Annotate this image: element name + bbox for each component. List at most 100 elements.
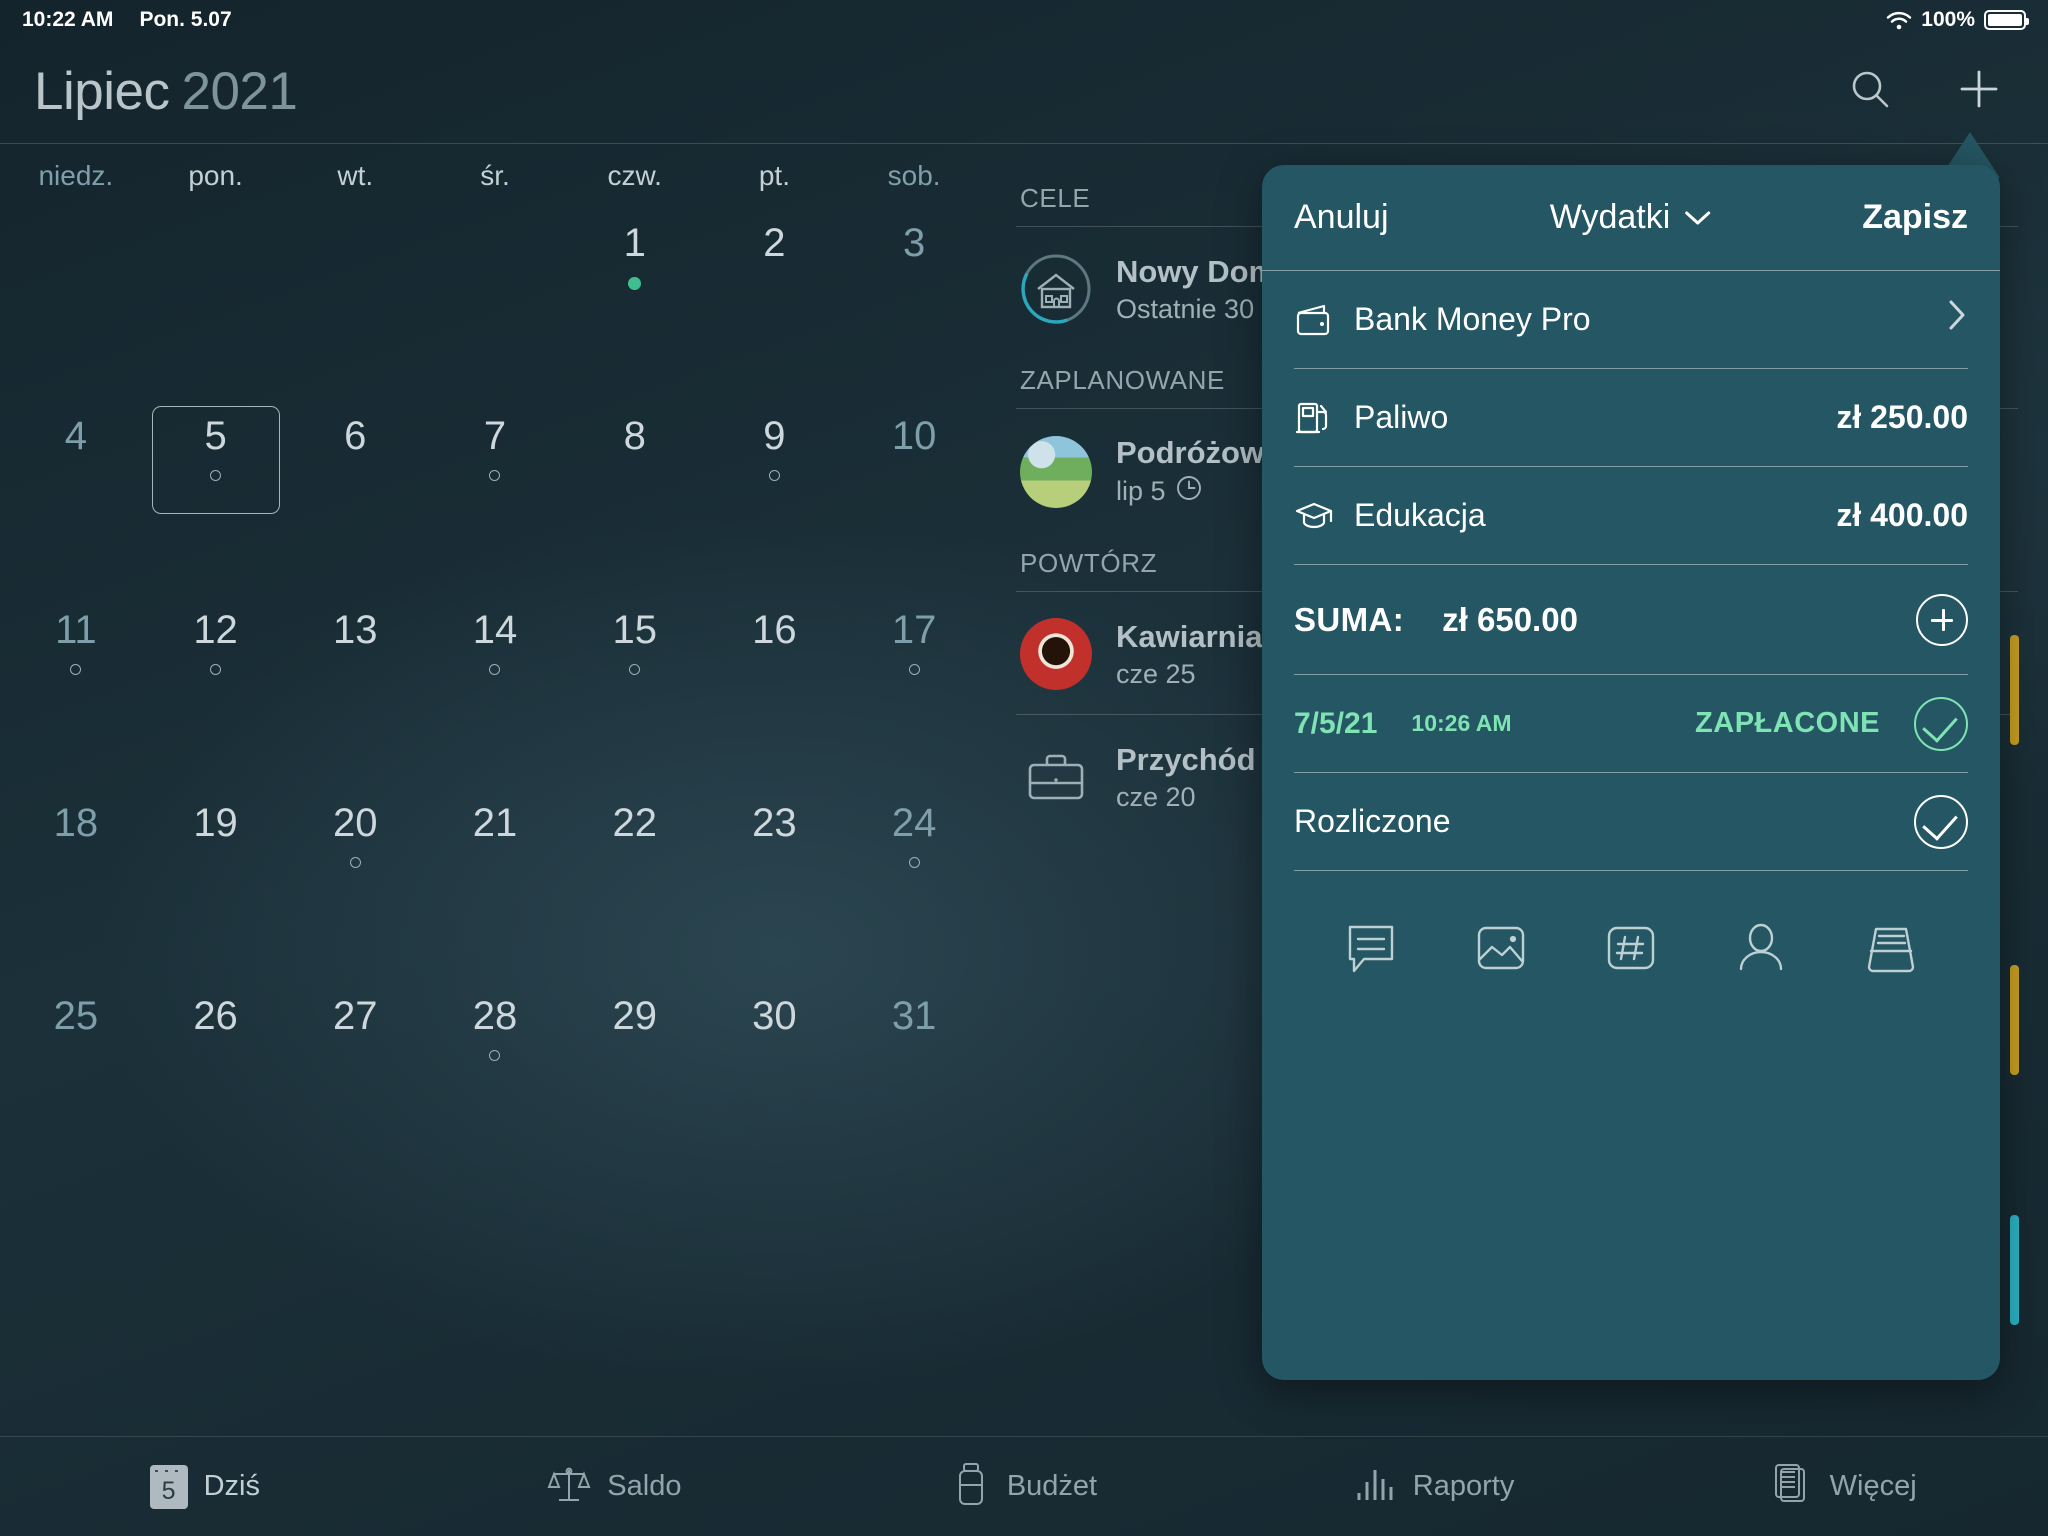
coffee-photo bbox=[1020, 618, 1092, 690]
briefcase-icon bbox=[1020, 741, 1092, 813]
day-number: 9 bbox=[763, 414, 786, 459]
calendar-day[interactable]: 20 bbox=[285, 787, 425, 980]
day-number: 16 bbox=[752, 607, 797, 652]
plus-circle-icon[interactable] bbox=[1916, 593, 1968, 646]
sidebar-item-subtitle: lip 5 bbox=[1116, 476, 1166, 506]
tab-budzet[interactable]: Budżet bbox=[819, 1461, 1229, 1512]
tag-hash-icon[interactable] bbox=[1602, 919, 1660, 977]
plus-icon[interactable] bbox=[1956, 66, 2002, 117]
note-icon[interactable] bbox=[1342, 919, 1400, 977]
day-number: 5 bbox=[204, 414, 227, 459]
calendar-day[interactable]: 15 bbox=[565, 594, 705, 787]
calendar-day[interactable]: 28 bbox=[425, 980, 565, 1173]
day-number: 22 bbox=[612, 800, 657, 845]
popup-header: Anuluj Wydatki Zapisz bbox=[1262, 165, 2000, 271]
clock-icon bbox=[1176, 475, 1202, 508]
day-number: 6 bbox=[344, 414, 367, 459]
cancel-button[interactable]: Anuluj bbox=[1294, 198, 1389, 237]
calendar-day[interactable]: 26 bbox=[146, 980, 286, 1173]
calendar-day[interactable]: 29 bbox=[565, 980, 705, 1173]
check-circle-icon[interactable] bbox=[1914, 794, 1968, 849]
day-number: 27 bbox=[333, 994, 378, 1039]
weekday-label: wt. bbox=[337, 160, 374, 191]
transaction-line-row[interactable]: Edukacja zł 400.00 bbox=[1294, 467, 1968, 565]
calendar-day[interactable]: 16 bbox=[705, 594, 845, 787]
day-number: 18 bbox=[53, 800, 99, 845]
calendar-day[interactable]: 12 bbox=[146, 594, 286, 787]
day-marker bbox=[908, 856, 920, 868]
calendar-day-empty bbox=[6, 207, 146, 400]
calendar-day[interactable]: 7 bbox=[425, 400, 565, 593]
calendar-badge-day: 5 bbox=[161, 1476, 176, 1505]
transaction-date: 7/5/21 bbox=[1294, 706, 1378, 740]
calendar-day[interactable]: 25 bbox=[6, 980, 146, 1173]
transaction-line-row[interactable]: Paliwo zł 250.00 bbox=[1294, 369, 1968, 467]
class-drawer-icon[interactable] bbox=[1862, 919, 1920, 977]
travel-photo bbox=[1020, 435, 1092, 508]
calendar-day[interactable]: 17 bbox=[844, 594, 984, 787]
month-label: Lipiec bbox=[34, 62, 170, 121]
calendar-day-empty bbox=[146, 207, 286, 400]
status-bar-date: Pon. 5.07 bbox=[139, 8, 232, 31]
calendar-days: 1 2 3 4 5 6 7 8 9 10 11 12 13 14 15 16 17 18 19 20 21 22 23 24 2… bbox=[0, 207, 990, 1367]
calendar-day[interactable]: 18 bbox=[6, 787, 146, 980]
calendar-day[interactable]: 5 bbox=[146, 400, 286, 593]
balance-scale-icon bbox=[547, 1462, 591, 1511]
day-number: 26 bbox=[193, 994, 238, 1039]
chevron-right-icon bbox=[1946, 297, 1968, 342]
check-circle-icon[interactable] bbox=[1914, 696, 1968, 751]
photo-icon[interactable] bbox=[1472, 919, 1530, 977]
transaction-type-selector[interactable]: Wydatki bbox=[1550, 198, 1713, 237]
day-marker-filled bbox=[628, 277, 642, 290]
day-marker bbox=[489, 663, 501, 675]
calendar-day[interactable]: 2 bbox=[705, 207, 845, 400]
day-number: 3 bbox=[903, 221, 926, 265]
calendar-day[interactable]: 10 bbox=[844, 400, 984, 593]
calendar-day[interactable]: 22 bbox=[565, 787, 705, 980]
calendar-day[interactable]: 3 bbox=[844, 207, 984, 400]
transaction-time: 10:26 AM bbox=[1411, 710, 1512, 736]
search-icon[interactable] bbox=[1848, 67, 1892, 116]
calendar-day[interactable]: 8 bbox=[565, 400, 705, 593]
house-goal-icon bbox=[1020, 253, 1092, 325]
calendar-day[interactable]: 31 bbox=[844, 980, 984, 1173]
settled-row[interactable]: Rozliczone bbox=[1294, 773, 1968, 871]
calendar-day[interactable]: 13 bbox=[285, 594, 425, 787]
account-row[interactable]: Bank Money Pro bbox=[1294, 271, 1968, 369]
save-button[interactable]: Zapisz bbox=[1862, 198, 1968, 237]
calendar-day[interactable]: 21 bbox=[425, 787, 565, 980]
calendar-day[interactable]: 27 bbox=[285, 980, 425, 1173]
sum-value: zł 650.00 bbox=[1442, 600, 1578, 638]
tab-label: Więcej bbox=[1829, 1470, 1917, 1502]
tab-dzis[interactable]: 5 Dziś bbox=[0, 1464, 410, 1509]
line-label: Edukacja bbox=[1354, 497, 1486, 533]
tab-wiecej[interactable]: Więcej bbox=[1638, 1461, 2048, 1512]
day-number: 15 bbox=[612, 607, 657, 652]
calendar-day[interactable]: 24 bbox=[844, 787, 984, 980]
calendar-day[interactable]: 4 bbox=[6, 400, 146, 593]
graduation-cap-icon bbox=[1294, 496, 1334, 536]
budget-bar-accent bbox=[2010, 1215, 2019, 1325]
calendar-day[interactable]: 19 bbox=[146, 787, 286, 980]
calendar-day[interactable]: 30 bbox=[705, 980, 845, 1173]
calendar-day-empty bbox=[285, 207, 425, 400]
tab-label: Budżet bbox=[1006, 1470, 1098, 1502]
tab-label: Saldo bbox=[607, 1470, 682, 1502]
day-marker bbox=[489, 470, 501, 482]
day-number: 17 bbox=[891, 607, 937, 652]
calendar-day[interactable]: 6 bbox=[285, 400, 425, 593]
day-number: 28 bbox=[472, 994, 518, 1039]
calendar-day[interactable]: 23 bbox=[705, 787, 845, 980]
tab-saldo[interactable]: Saldo bbox=[410, 1462, 820, 1511]
payee-person-icon[interactable] bbox=[1732, 919, 1790, 977]
wifi-icon bbox=[1886, 11, 1912, 30]
calendar-day[interactable]: 1 bbox=[565, 207, 705, 400]
status-bar-time: 10:22 AM bbox=[22, 8, 114, 31]
calendar-day[interactable]: 14 bbox=[425, 594, 565, 787]
calendar-day[interactable]: 9 bbox=[705, 400, 845, 593]
weekday-label: czw. bbox=[607, 160, 662, 191]
tab-raporty[interactable]: Raporty bbox=[1229, 1462, 1639, 1511]
calendar-day[interactable]: 11 bbox=[6, 594, 146, 787]
day-marker bbox=[70, 663, 82, 675]
status-row[interactable]: 7/5/21 10:26 AM ZAPŁACONE bbox=[1294, 675, 1968, 773]
